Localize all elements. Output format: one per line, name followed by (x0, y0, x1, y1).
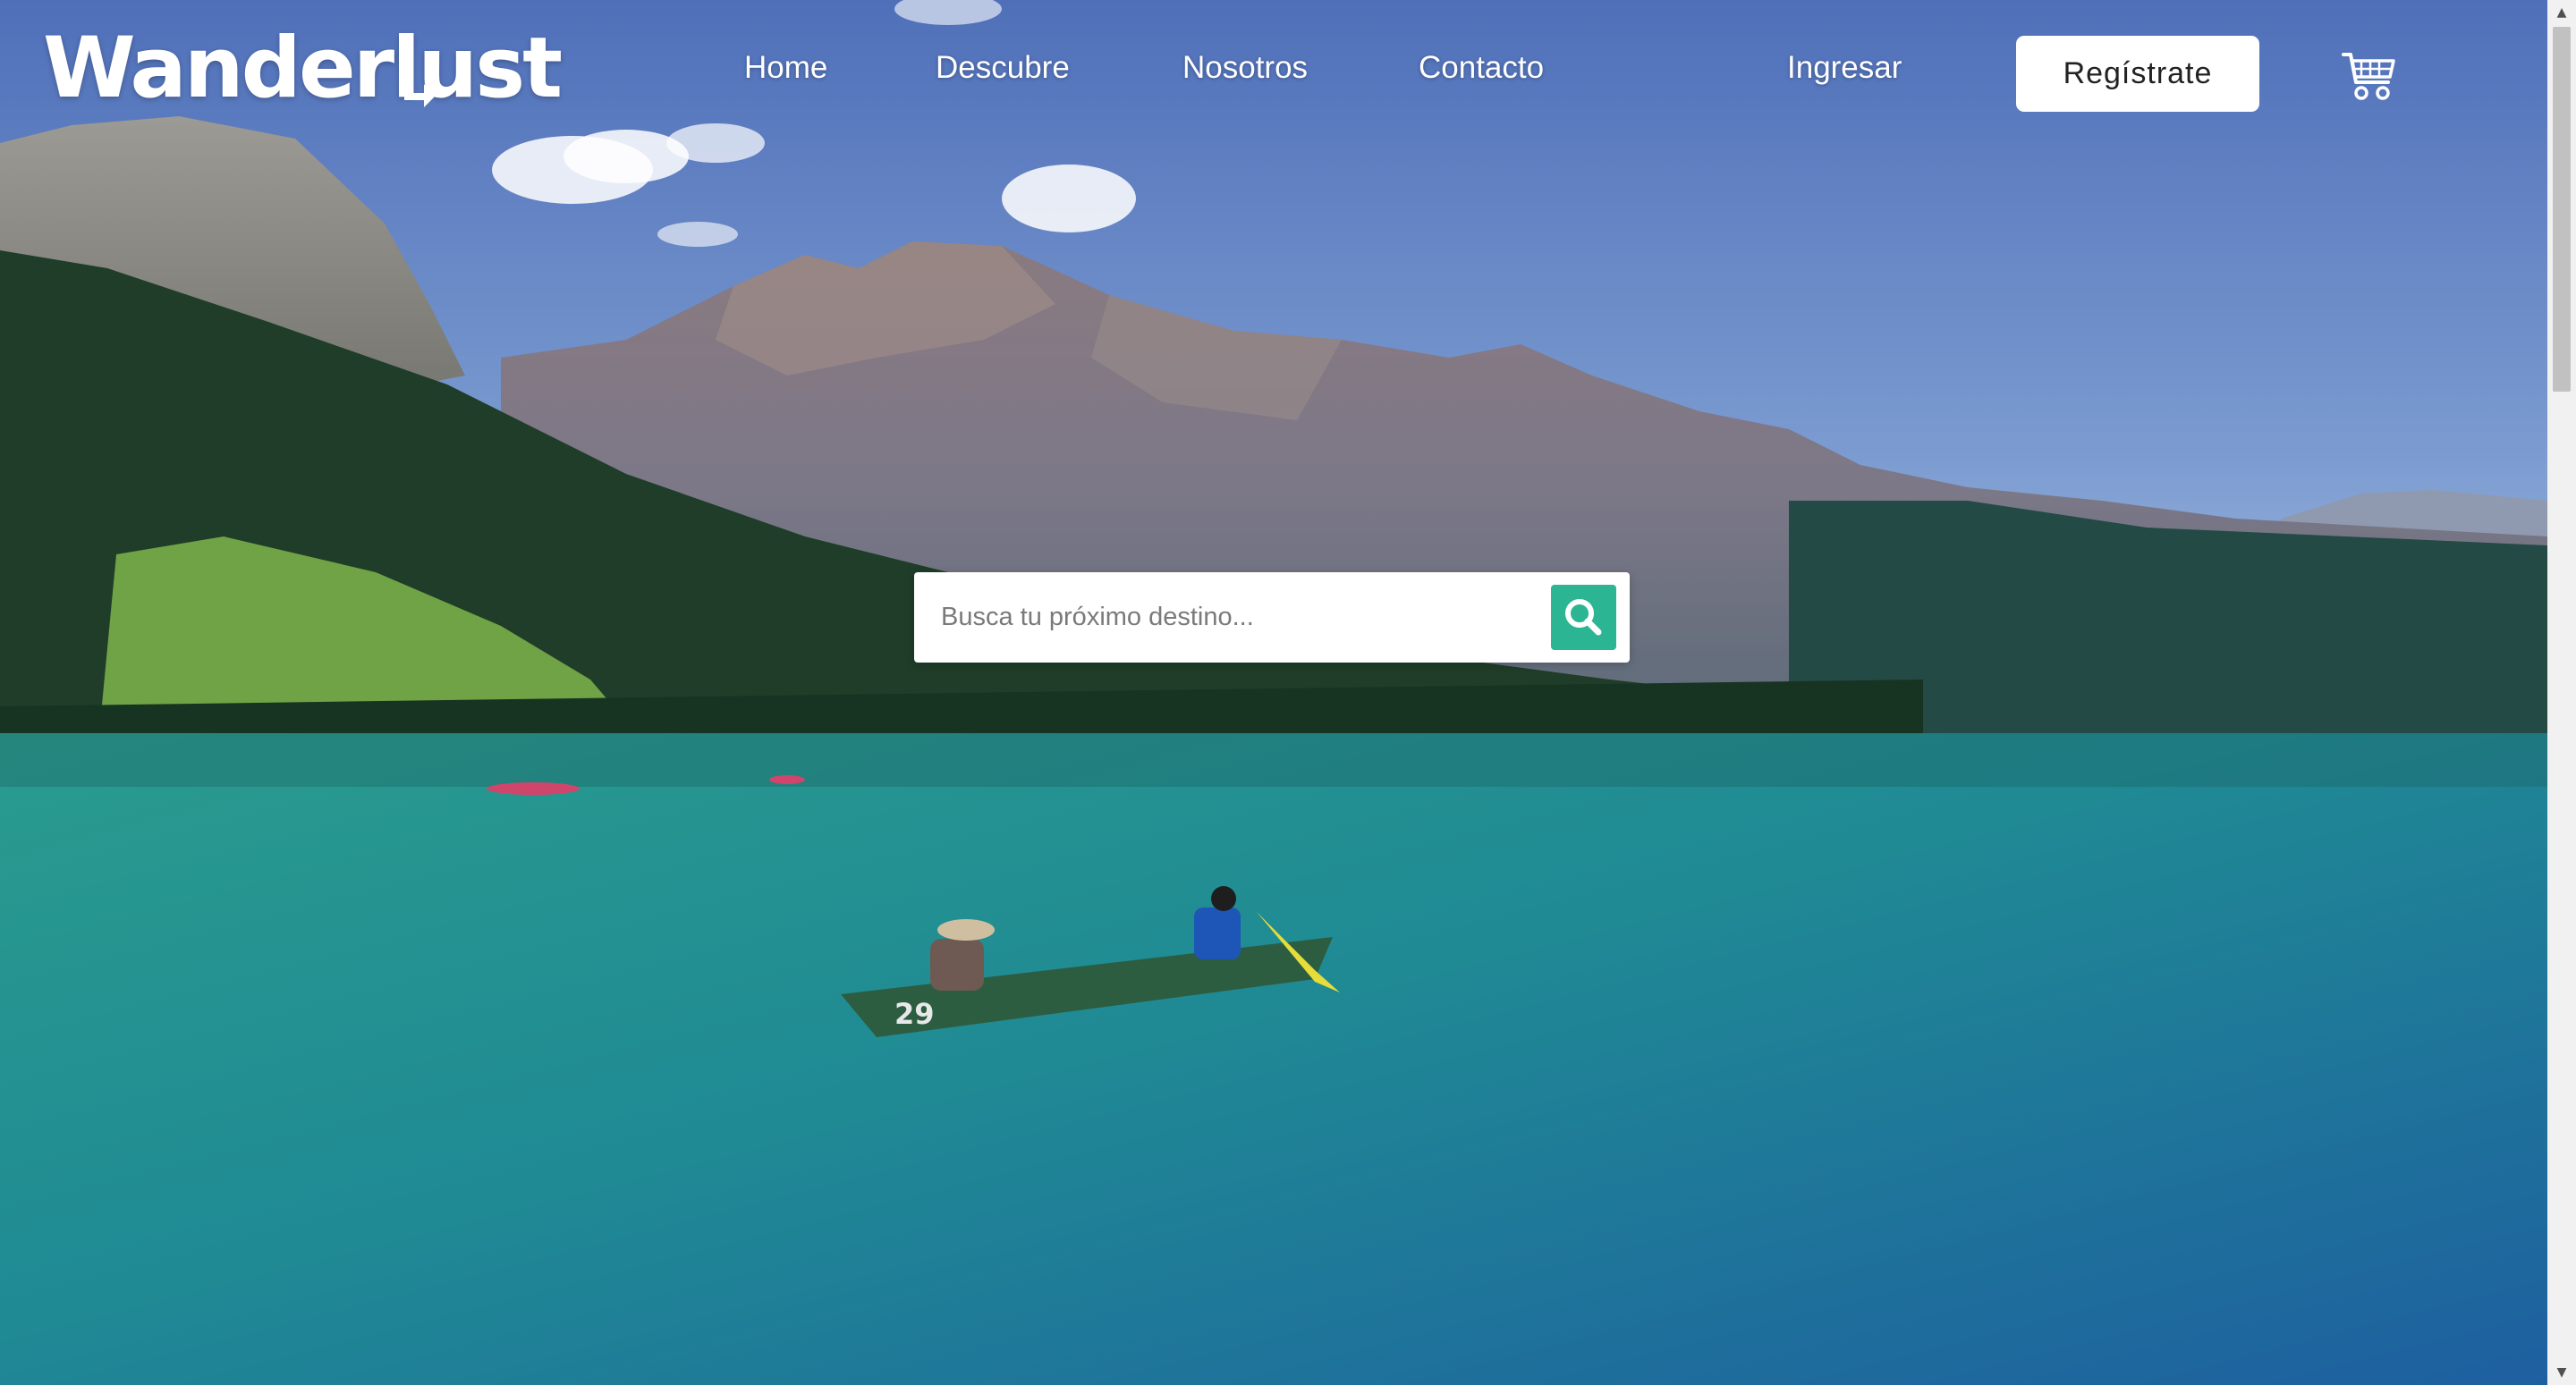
canoe-number: 29 (894, 997, 935, 1031)
page-scrollbar[interactable]: ▲ ▼ (2547, 0, 2576, 1385)
scrollbar-thumb[interactable] (2553, 27, 2571, 392)
search-input[interactable] (941, 592, 1549, 642)
nav-link-nosotros[interactable]: Nosotros (1182, 50, 1308, 86)
nav-link-contacto[interactable]: Contacto (1419, 50, 1544, 86)
brand-logo[interactable]: Wanderlust (43, 27, 563, 111)
search-button[interactable] (1551, 585, 1616, 650)
destination-search (914, 572, 1630, 663)
scroll-up-arrow-icon[interactable]: ▲ (2547, 0, 2576, 25)
site-header: Wanderlust Home Descubre Nosotros Contac… (0, 0, 2547, 148)
shopping-cart-icon[interactable] (2342, 50, 2397, 102)
register-button[interactable]: Regístrate (2016, 36, 2259, 112)
logo-arrow-icon (404, 84, 435, 107)
scroll-down-arrow-icon[interactable]: ▼ (2547, 1360, 2576, 1385)
search-icon (1565, 599, 1602, 636)
nav-link-descubre[interactable]: Descubre (936, 50, 1070, 86)
login-link[interactable]: Ingresar (1787, 50, 1902, 86)
nav-link-home[interactable]: Home (744, 50, 827, 86)
page: 29 Wanderlust Home Descubre Nosotros Con… (0, 0, 2576, 1385)
hero-background-image: 29 (0, 0, 2547, 1385)
